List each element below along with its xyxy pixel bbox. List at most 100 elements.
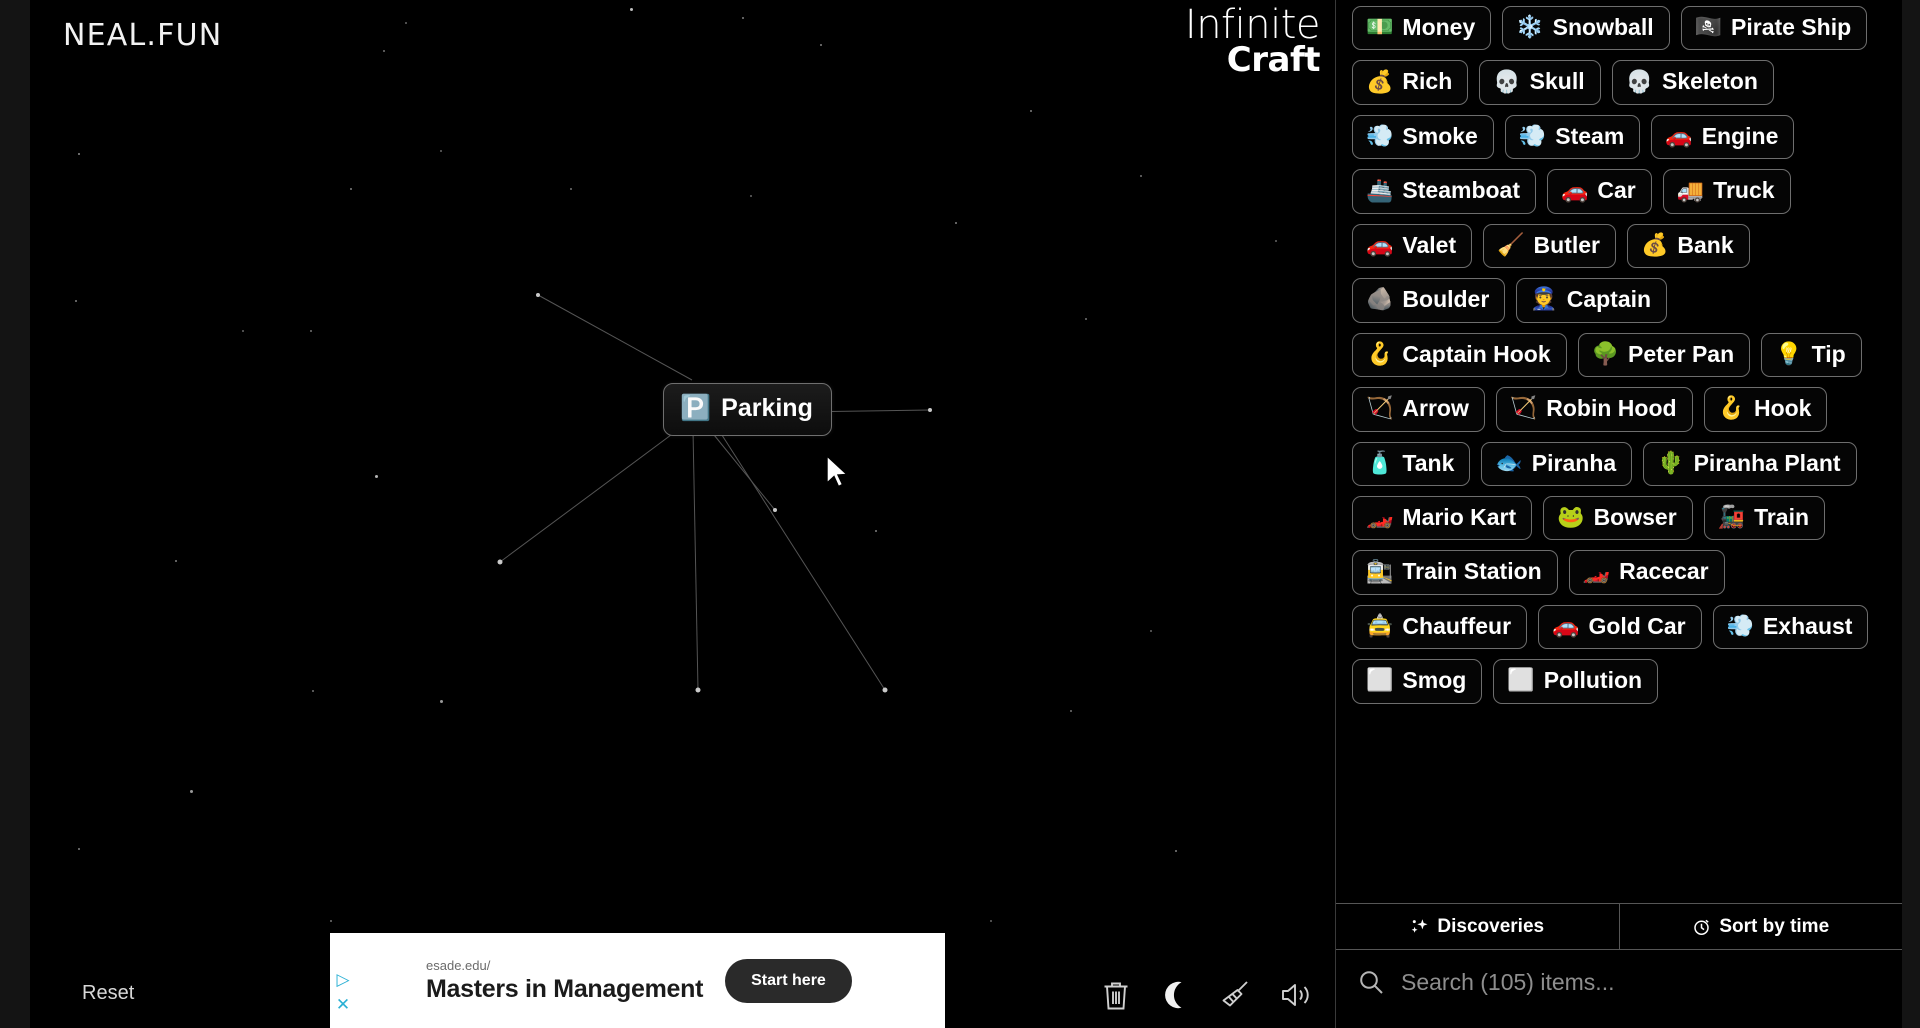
sidebar-tabs: Discoveries Sort by time xyxy=(1336,903,1902,950)
element-item[interactable]: 💀 Skeleton xyxy=(1611,60,1774,105)
element-item[interactable]: 🐸 Bowser xyxy=(1543,495,1693,541)
element-emoji-icon: 🌳 xyxy=(1591,340,1620,366)
element-emoji-icon: 🏹 xyxy=(1366,395,1394,421)
element-item[interactable]: 🏎️ Racecar xyxy=(1568,550,1725,595)
element-item[interactable]: 💀 Skull xyxy=(1479,60,1601,105)
game-title: Infinite Craft xyxy=(1185,5,1321,80)
element-item[interactable]: 🚖 Chauffeur xyxy=(1352,604,1528,650)
element-item[interactable]: 💨 Smoke xyxy=(1352,114,1494,160)
reset-button[interactable]: Reset xyxy=(82,982,134,1005)
element-item[interactable]: 🪝 Captain Hook xyxy=(1352,332,1567,378)
element-item[interactable]: 💰 Rich xyxy=(1352,60,1469,105)
element-item[interactable]: ⬜ Smog xyxy=(1352,659,1483,704)
element-item-label: Boulder xyxy=(1402,286,1490,313)
neal-fun-logo[interactable]: NEAL.FUN xyxy=(63,18,222,53)
element-item-label: Steam xyxy=(1555,122,1625,149)
element-emoji-icon: 💨 xyxy=(1518,123,1547,149)
element-emoji-icon: ⬜ xyxy=(1366,667,1394,693)
element-item[interactable]: 💨 Steam xyxy=(1504,114,1641,160)
ad-body: esade.edu/ Masters in Management Start h… xyxy=(356,958,945,1004)
advertisement-banner[interactable]: ▷ ✕ esade.edu/ Masters in Management Sta… xyxy=(330,933,945,1028)
element-item[interactable]: 💨 Exhaust xyxy=(1712,604,1869,650)
trash-icon[interactable] xyxy=(1099,978,1133,1012)
element-item[interactable]: ❄️ Snowball xyxy=(1502,6,1670,51)
element-item-label: Steamboat xyxy=(1402,177,1520,204)
element-item-label: Car xyxy=(1597,177,1636,204)
tab-discoveries-label: Discoveries xyxy=(1437,915,1545,937)
element-item[interactable]: ⬜ Pollution xyxy=(1493,659,1659,704)
element-item-label: Peter Pan xyxy=(1628,340,1735,367)
element-item[interactable]: 🏴‍☠️ Pirate Ship xyxy=(1680,6,1868,51)
element-item[interactable]: 🏹 Robin Hood xyxy=(1495,387,1693,432)
element-item-label: Tip xyxy=(1811,340,1846,367)
element-emoji-icon: 🚗 xyxy=(1665,123,1693,149)
element-emoji-icon: 💨 xyxy=(1366,123,1394,149)
crafting-canvas[interactable]: NEAL.FUN Infinite Craft 🅿️ Parking Reset xyxy=(30,0,1335,1028)
element-item[interactable]: 🪨 Boulder xyxy=(1352,278,1506,323)
element-item[interactable]: 🚗 Gold Car xyxy=(1538,604,1702,650)
element-item[interactable]: 🧴 Tank xyxy=(1352,441,1471,486)
ad-text: esade.edu/ Masters in Management xyxy=(426,958,703,1004)
ad-close-icon[interactable]: ✕ xyxy=(336,996,350,1013)
element-item[interactable]: 🚚 Truck xyxy=(1662,169,1791,214)
ad-controls: ▷ ✕ xyxy=(330,933,356,1028)
ad-cta-button[interactable]: Start here xyxy=(725,958,852,1003)
element-item[interactable]: 🏎️ Mario Kart xyxy=(1352,495,1533,541)
element-item-label: Bank xyxy=(1677,231,1734,258)
element-item[interactable]: 🌳 Peter Pan xyxy=(1577,332,1751,378)
element-item-label: Skeleton xyxy=(1662,68,1758,95)
search-bar[interactable] xyxy=(1336,950,1902,1028)
moon-icon[interactable] xyxy=(1159,978,1193,1012)
canvas-toolbar xyxy=(1099,978,1313,1012)
element-item[interactable]: 💰 Bank xyxy=(1626,223,1750,269)
element-emoji-icon: 🐸 xyxy=(1557,504,1585,530)
tab-discoveries[interactable]: Discoveries xyxy=(1336,904,1619,949)
element-item[interactable]: 🐟 Piranha xyxy=(1481,441,1633,486)
element-item[interactable]: 🚗 Car xyxy=(1547,169,1652,214)
element-item[interactable]: 🌵 Piranha Plant xyxy=(1643,441,1857,486)
element-item-label: Smoke xyxy=(1402,122,1478,149)
infinite-craft-app: NEAL.FUN Infinite Craft 🅿️ Parking Reset xyxy=(0,0,1920,1028)
element-item-label: Valet xyxy=(1402,231,1457,258)
element-item[interactable]: 🏹 Arrow xyxy=(1352,387,1485,432)
window-edge-left xyxy=(0,0,30,1028)
speaker-icon[interactable] xyxy=(1279,978,1313,1012)
element-item[interactable]: 🧹 Butler xyxy=(1483,223,1616,269)
element-item[interactable]: 🚢 Steamboat xyxy=(1352,169,1536,214)
search-input[interactable] xyxy=(1401,968,1880,996)
element-item[interactable]: 💡 Tip xyxy=(1761,332,1862,378)
element-emoji-icon: 💰 xyxy=(1640,231,1669,257)
element-item[interactable]: 🚉 Train Station xyxy=(1352,550,1558,595)
element-item-label: Robin Hood xyxy=(1546,395,1677,422)
element-emoji-icon: 🚚 xyxy=(1676,177,1705,203)
element-item-label: Snowball xyxy=(1552,14,1654,40)
element-item[interactable]: 💵 Money xyxy=(1352,6,1492,51)
broom-icon[interactable] xyxy=(1219,978,1253,1012)
element-item-label: Bowser xyxy=(1593,503,1677,530)
element-emoji-icon: 💨 xyxy=(1726,613,1754,639)
element-item-label: Mario Kart xyxy=(1402,503,1517,530)
element-emoji-icon: 🚂 xyxy=(1717,504,1746,530)
element-item-label: Arrow xyxy=(1402,395,1469,422)
element-list[interactable]: 💵 Money ❄️ Snowball 🏴‍☠️ Pirate Ship 💰 Rich 💀 Sku… xyxy=(1336,0,1902,903)
element-item-label: Captain xyxy=(1566,286,1652,313)
sparkles-icon xyxy=(1412,919,1428,933)
element-item[interactable]: 🪝 Hook xyxy=(1703,387,1828,432)
ad-info-icon[interactable]: ▷ xyxy=(336,971,349,988)
element-item-label: Chauffeur xyxy=(1402,612,1512,639)
element-item-label: Hook xyxy=(1753,395,1812,422)
element-item-label: Exhaust xyxy=(1762,612,1853,639)
element-item[interactable]: 🚗 Valet xyxy=(1352,223,1473,269)
element-item[interactable]: 👮 Captain xyxy=(1516,278,1668,323)
tab-sort-by-time[interactable]: Sort by time xyxy=(1618,904,1903,949)
canvas-node-parking[interactable]: 🅿️ Parking xyxy=(663,383,832,436)
element-emoji-icon: 🏴‍☠️ xyxy=(1694,14,1723,40)
element-item[interactable]: 🚗 Engine xyxy=(1651,114,1795,160)
element-item-label: Train xyxy=(1754,503,1810,530)
game-title-line2: Craft xyxy=(1226,40,1321,80)
element-emoji-icon: 🚗 xyxy=(1552,613,1580,639)
element-item[interactable]: 🚂 Train xyxy=(1703,495,1826,541)
stopwatch-icon xyxy=(1694,919,1710,935)
element-emoji-icon: 🚗 xyxy=(1366,231,1394,257)
element-item-label: Skull xyxy=(1529,68,1585,95)
